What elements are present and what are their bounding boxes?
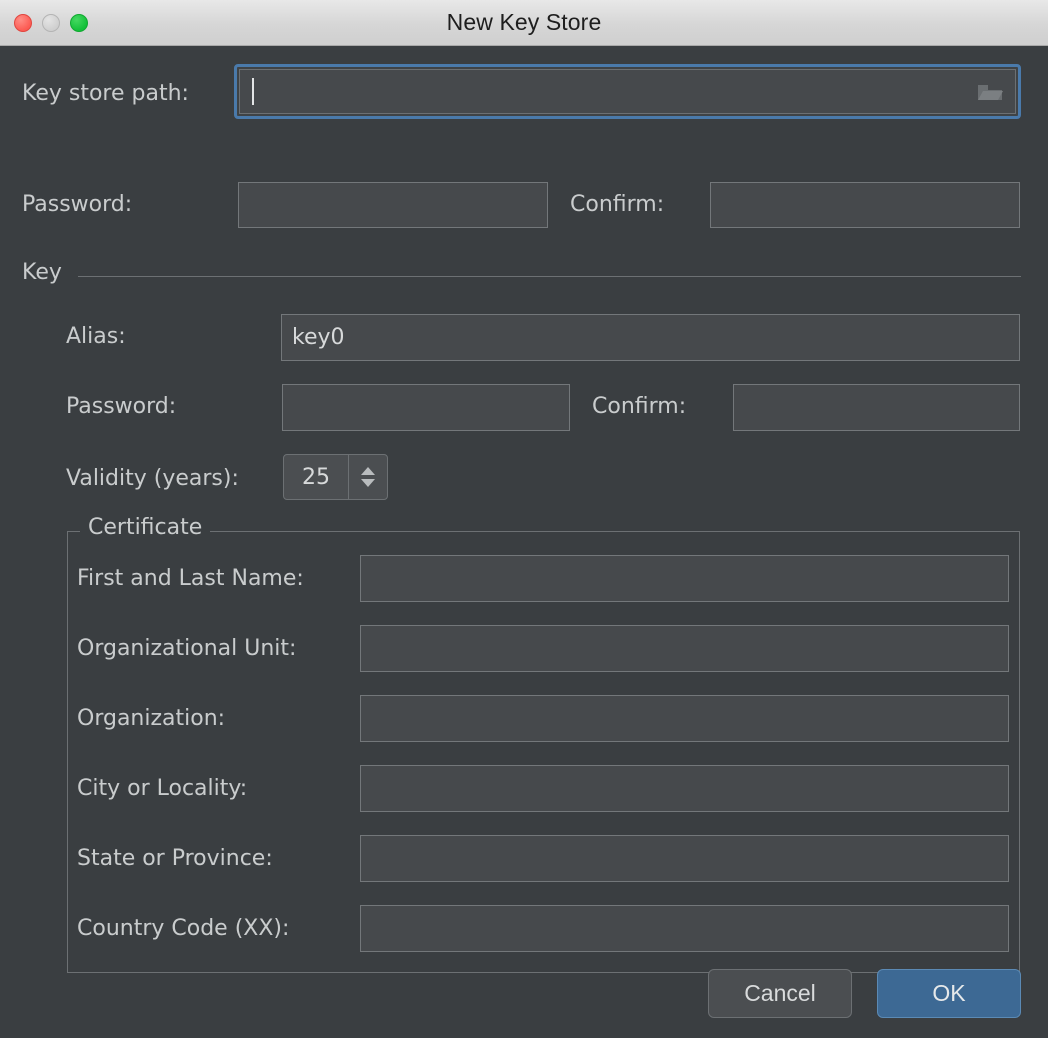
triangle-up-icon[interactable] <box>361 467 375 475</box>
key-section-legend: Key <box>22 260 62 285</box>
key-store-path-input[interactable] <box>239 69 1016 114</box>
certificate-row-organizational-unit: Organizational Unit: <box>68 625 1021 672</box>
state-or-province-label: State or Province: <box>77 846 273 871</box>
key-store-path-row: Key store path: <box>0 64 1048 128</box>
first-and-last-name-label: First and Last Name: <box>77 566 304 591</box>
certificate-group: Certificate First and Last Name: Organiz… <box>67 531 1020 973</box>
key-password-label: Password: <box>66 394 176 419</box>
certificate-row-country-code: Country Code (XX): <box>68 905 1021 952</box>
window-titlebar: New Key Store <box>0 0 1048 46</box>
key-store-path-label: Key store path: <box>22 81 189 106</box>
validity-stepper-buttons <box>348 455 387 499</box>
validity-stepper[interactable]: 25 <box>283 454 388 500</box>
window-controls <box>14 14 88 32</box>
store-password-input[interactable] <box>238 182 548 228</box>
certificate-row-organization: Organization: <box>68 695 1021 742</box>
validity-row: Validity (years): 25 <box>0 454 1048 504</box>
text-caret <box>252 78 254 105</box>
organizational-unit-input[interactable] <box>360 625 1009 672</box>
country-code-label: Country Code (XX): <box>77 916 289 941</box>
new-key-store-dialog: New Key Store Key store path: <box>0 0 1048 1038</box>
country-code-input[interactable] <box>360 905 1009 952</box>
maximize-window-button[interactable] <box>70 14 88 32</box>
close-window-button[interactable] <box>14 14 32 32</box>
first-and-last-name-input[interactable] <box>360 555 1009 602</box>
window-title: New Key Store <box>0 9 1048 36</box>
key-store-path-focus-ring <box>234 64 1021 119</box>
key-confirm-input[interactable] <box>733 384 1020 431</box>
minimize-window-button[interactable] <box>42 14 60 32</box>
ok-button[interactable]: OK <box>877 969 1021 1018</box>
certificate-legend: Certificate <box>80 515 210 540</box>
alias-row: Alias: key0 <box>0 314 1048 362</box>
key-section-separator <box>78 276 1021 277</box>
city-or-locality-input[interactable] <box>360 765 1009 812</box>
certificate-row-state-or-province: State or Province: <box>68 835 1021 882</box>
key-password-input[interactable] <box>282 384 570 431</box>
city-or-locality-label: City or Locality: <box>77 776 247 801</box>
certificate-row-city-or-locality: City or Locality: <box>68 765 1021 812</box>
organization-input[interactable] <box>360 695 1009 742</box>
store-password-row: Password: Confirm: <box>0 182 1048 230</box>
organization-label: Organization: <box>77 706 225 731</box>
store-password-label: Password: <box>22 192 132 217</box>
store-confirm-label: Confirm: <box>570 192 664 217</box>
key-password-row: Password: Confirm: <box>0 384 1048 432</box>
cancel-button[interactable]: Cancel <box>708 969 852 1018</box>
dialog-content: Key store path: Password: Confirm <box>0 46 1048 1038</box>
store-confirm-input[interactable] <box>710 182 1020 228</box>
dialog-button-row: Cancel OK <box>708 969 1021 1018</box>
validity-value[interactable]: 25 <box>284 455 348 499</box>
validity-label: Validity (years): <box>66 466 239 491</box>
alias-label: Alias: <box>66 324 126 349</box>
alias-input[interactable]: key0 <box>281 314 1020 361</box>
organizational-unit-label: Organizational Unit: <box>77 636 296 661</box>
folder-open-icon[interactable] <box>977 82 1003 102</box>
certificate-row-first-last-name: First and Last Name: <box>68 555 1021 602</box>
key-confirm-label: Confirm: <box>592 394 686 419</box>
state-or-province-input[interactable] <box>360 835 1009 882</box>
triangle-down-icon[interactable] <box>361 479 375 487</box>
